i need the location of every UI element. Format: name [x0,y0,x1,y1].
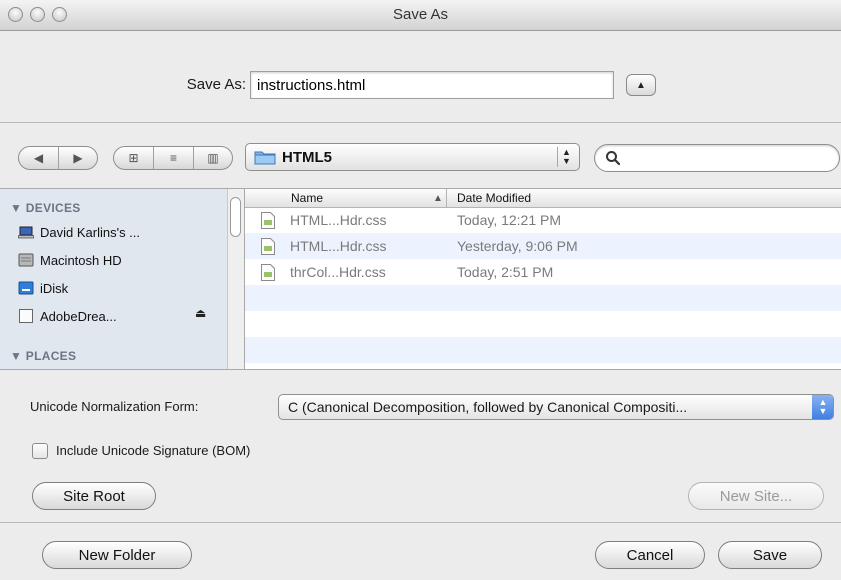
forward-arrow-icon: ▶ [73,151,83,165]
file-name: HTML...Hdr.css [290,212,387,228]
list-view-icon: ≡ [169,151,177,165]
normalization-form-select[interactable]: C (Canonical Decomposition, followed by … [278,394,834,420]
sidebar-item-label: Macintosh HD [40,252,122,268]
file-list: Name ▲ Date Modified HTML...Hdr.css Toda… [245,189,841,369]
places-header[interactable]: ▼ PLACES [10,349,76,363]
forward-button[interactable]: ▶ [59,147,97,169]
css-file-icon [261,212,275,229]
back-button[interactable]: ◀ [19,147,59,169]
location-popup[interactable]: HTML5 ▲ ▼ [245,143,580,171]
file-date: Today, 2:51 PM [457,264,554,280]
updown-chevron-icon: ▲ ▼ [812,395,833,419]
laptop-icon [18,226,34,239]
sidebar-scrollbar[interactable] [227,189,244,369]
devices-header[interactable]: ▼ DEVICES [10,201,81,215]
eject-icon[interactable]: ⏏ [195,306,206,320]
search-field[interactable] [594,144,840,172]
css-file-icon [261,238,275,255]
file-date: Yesterday, 9:06 PM [457,238,578,254]
column-header: Name ▲ Date Modified [245,189,841,208]
updown-chevron-icon: ▲ ▼ [557,147,575,167]
bom-checkbox[interactable] [32,443,48,459]
empty-row [245,285,841,311]
sidebar-item-computer[interactable]: David Karlins's ... [18,224,140,240]
search-icon [606,151,621,166]
separator [0,522,841,523]
idisk-icon [18,281,34,295]
column-view-button[interactable]: ▥ [194,147,232,169]
window-title: Save As [392,6,449,23]
sidebar-item-label: David Karlins's ... [40,224,141,240]
empty-row [245,311,841,337]
file-row[interactable]: thrCol...Hdr.css Today, 2:51 PM [245,259,841,285]
file-date: Today, 12:21 PM [457,212,562,228]
file-name: thrCol...Hdr.css [290,264,386,280]
icon-view-icon: ⊞ [128,151,139,165]
document-icon [19,309,33,323]
folder-icon [254,151,276,165]
scrollbar-thumb[interactable] [230,197,241,237]
normalization-value: C (Canonical Decomposition, followed by … [288,399,688,415]
list-view-button[interactable]: ≡ [154,147,194,169]
back-forward-control: ◀ ▶ [18,146,98,170]
empty-row [245,337,841,363]
site-root-button[interactable]: Site Root [32,482,156,510]
new-site-button[interactable]: New Site... [688,482,824,510]
file-row[interactable]: HTML...Hdr.css Today, 12:21 PM [245,207,841,233]
new-folder-button[interactable]: New Folder [42,541,192,569]
normalization-label: Unicode Normalization Form: [30,399,199,414]
title-bar: Save As [0,0,841,31]
sidebar-item-label: AdobeDrea... [40,308,117,324]
sidebar-item-adobedreamweaver[interactable]: AdobeDrea... [18,308,117,324]
save-as-label: Save As: [186,76,246,93]
icon-view-button[interactable]: ⊞ [114,147,154,169]
view-mode-control: ⊞ ≡ ▥ [113,146,233,170]
separator [0,122,841,123]
name-column-header[interactable]: Name [291,191,323,205]
file-name: HTML...Hdr.css [290,238,387,254]
sort-ascending-icon: ▲ [433,193,443,204]
sidebar-item-macintosh-hd[interactable]: Macintosh HD [18,252,122,268]
hard-drive-icon [18,253,34,267]
css-file-icon [261,264,275,281]
save-as-dialog: Save As Save As: ▲ ◀ ▶ ⊞ ≡ ▥ HTML5 ▲▼ ▼ … [0,0,841,580]
save-button[interactable]: Save [718,541,822,569]
collapse-dialog-button[interactable]: ▲ [626,74,656,96]
sidebar-item-label: iDisk [40,280,69,296]
back-arrow-icon: ◀ [33,151,44,165]
date-column-header[interactable]: Date Modified [457,191,531,205]
bom-checkbox-label[interactable]: Include Unicode Signature (BOM) [56,443,250,458]
filename-input[interactable] [250,71,614,99]
triangle-up-icon: ▲ [636,79,646,91]
file-browser: ▼ DEVICES David Karlins's ... Macintosh … [0,188,841,370]
column-view-icon: ▥ [207,151,219,165]
sidebar: ▼ DEVICES David Karlins's ... Macintosh … [0,189,245,369]
current-folder-name: HTML5 [282,149,332,166]
file-row[interactable]: HTML...Hdr.css Yesterday, 9:06 PM [245,233,841,259]
column-divider [446,189,447,207]
sidebar-item-idisk[interactable]: iDisk [18,280,68,296]
cancel-button[interactable]: Cancel [595,541,705,569]
